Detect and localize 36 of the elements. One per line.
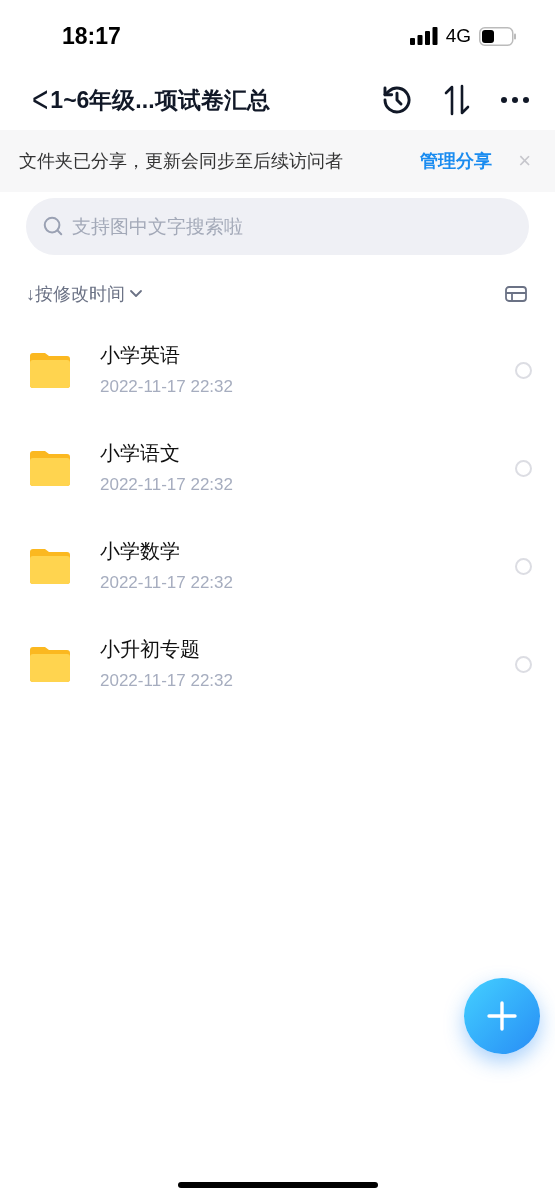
folder-icon [28, 547, 72, 585]
folder-name: 小升初专题 [100, 637, 201, 663]
network-type: 4G [445, 23, 471, 48]
battery-icon [479, 26, 517, 46]
folder-row[interactable]: 小学语文 2022-11-17 22:32 [0, 419, 555, 517]
modified-date: 2022-11-17 22:32 [100, 376, 233, 399]
folder-icon [28, 645, 72, 683]
folder-name: 小学英语 [100, 343, 181, 369]
folder-icon [28, 449, 72, 487]
folder-name: 小学数学 [100, 539, 181, 565]
select-radio[interactable] [515, 459, 532, 477]
search-field[interactable]: 支持图中文字搜索啦 [26, 198, 529, 255]
select-radio[interactable] [515, 361, 532, 379]
signal-icon [409, 27, 438, 45]
folder-name: 小学语文 [100, 441, 181, 467]
add-button[interactable] [464, 978, 540, 1054]
folder-title: 1~6年级...项试卷汇总 [50, 85, 270, 115]
share-message: 文件夹已分享，更新会同步至后续访问者 [19, 149, 343, 173]
search-icon [42, 215, 64, 237]
folder-row[interactable]: 小升初专题 2022-11-17 22:32 [0, 615, 555, 713]
sort-button[interactable]: ↓按修改时间 [26, 280, 143, 308]
plus-icon [487, 1001, 517, 1031]
folder-row[interactable]: 小学英语 2022-11-17 22:32 [0, 321, 555, 419]
status-time: 18:17 [62, 21, 121, 51]
modified-date: 2022-11-17 22:32 [100, 670, 233, 693]
more-icon[interactable] [501, 96, 529, 104]
back-button[interactable]: < [32, 81, 49, 119]
folder-row[interactable]: 小学数学 2022-11-17 22:32 [0, 517, 555, 615]
view-toggle-icon[interactable] [505, 286, 527, 302]
chevron-down-icon [129, 289, 143, 299]
select-radio[interactable] [515, 655, 532, 673]
history-icon[interactable] [381, 84, 413, 116]
select-radio[interactable] [515, 557, 532, 575]
modified-date: 2022-11-17 22:32 [100, 474, 233, 497]
folder-icon [28, 351, 72, 389]
modified-date: 2022-11-17 22:32 [100, 572, 233, 595]
